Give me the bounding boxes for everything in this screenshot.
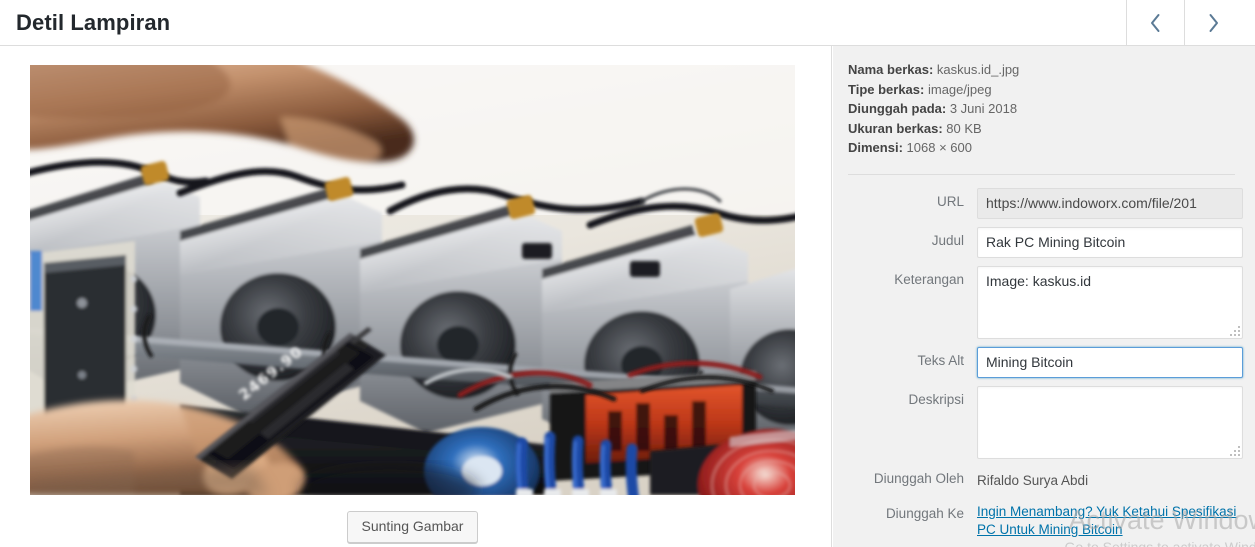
meta-value: kaskus.id_.jpg — [936, 62, 1020, 77]
meta-value: 80 KB — [946, 120, 982, 136]
field-description: Deskripsi — [847, 385, 1243, 459]
field-caption: Keterangan — [847, 265, 1243, 339]
label-description: Deskripsi — [908, 391, 964, 407]
uploaded-by-value: Rifaldo Surya Abdi — [977, 472, 1089, 488]
attachment-image: 2469.90 — [30, 65, 795, 495]
field-uploaded-to: Diunggah Ke Ingin Menambang? Yuk Ketahui… — [847, 503, 1243, 539]
label-url: URL — [936, 193, 964, 209]
meta-label: Diunggah pada: — [848, 101, 947, 116]
label-uploaded-by: Diunggah Oleh — [873, 470, 964, 486]
modal-body: 2469.90 Sunting Gambar Nama berkas: kask… — [0, 46, 1255, 547]
meta-label: Tipe berkas: — [848, 81, 925, 97]
meta-value: 3 Juni 2018 — [949, 101, 1018, 116]
meta-label: Ukuran berkas: — [848, 120, 943, 136]
label-uploaded-to: Diunggah Ke — [885, 505, 964, 521]
mining-rig-photo: 2469.90 — [30, 65, 795, 495]
title-input[interactable] — [977, 226, 1243, 258]
attachment-info-pane: Nama berkas: kaskus.id_.jpg Tipe berkas:… — [833, 46, 1255, 547]
field-uploaded-by: Diunggah Oleh Rifaldo Surya Abdi — [847, 468, 1243, 490]
meta-label: Dimensi: — [848, 140, 903, 155]
edit-image-button[interactable]: Sunting Gambar — [346, 511, 479, 544]
next-attachment-button[interactable] — [1184, 0, 1242, 45]
chevron-right-icon — [1206, 12, 1221, 34]
meta-row-filetype: Tipe berkas: image/jpeg — [848, 80, 1243, 100]
modal-header: Detil Lampiran — [0, 0, 1255, 46]
meta-row-dimensions: Dimensi: 1068 × 600 — [848, 138, 1243, 158]
field-alt-text: Teks Alt — [847, 346, 1243, 378]
meta-value: 1068 × 600 — [906, 140, 972, 155]
edit-image-toolbar: Sunting Gambar — [30, 511, 795, 544]
meta-label: Nama berkas: — [848, 62, 934, 77]
metadata-divider — [848, 173, 1235, 175]
meta-row-uploaded-date: Diunggah pada: 3 Juni 2018 — [848, 99, 1243, 119]
attachment-details-modal: Detil Lampiran 2469.90 Sunting Gambar Na… — [0, 0, 1255, 547]
previous-attachment-button[interactable] — [1126, 0, 1184, 45]
field-title: Judul — [847, 226, 1243, 258]
label-alt-text: Teks Alt — [917, 352, 964, 368]
field-url: URL — [847, 187, 1243, 219]
label-caption: Keterangan — [894, 271, 964, 287]
chevron-left-icon — [1148, 12, 1163, 34]
url-input[interactable] — [977, 187, 1243, 219]
label-title: Judul — [931, 232, 964, 248]
caption-textarea[interactable] — [977, 265, 1243, 339]
header-right-edge — [1242, 0, 1255, 45]
attachment-metadata: Nama berkas: kaskus.id_.jpg Tipe berkas:… — [848, 60, 1243, 158]
alt-text-input[interactable] — [977, 346, 1243, 378]
meta-row-filesize: Ukuran berkas: 80 KB — [848, 119, 1243, 139]
media-preview-pane: 2469.90 Sunting Gambar — [0, 46, 832, 547]
meta-value: image/jpeg — [927, 81, 992, 97]
uploaded-to-link[interactable]: Ingin Menambang? Yuk Ketahui Spesifikasi… — [977, 503, 1243, 539]
page-title: Detil Lampiran — [16, 9, 171, 35]
description-textarea[interactable] — [977, 385, 1243, 459]
meta-row-filename: Nama berkas: kaskus.id_.jpg — [848, 60, 1243, 80]
